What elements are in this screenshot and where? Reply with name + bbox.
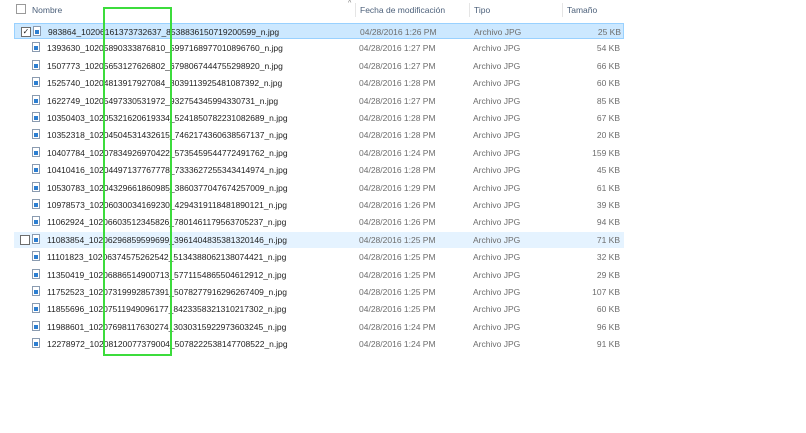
file-date: 04/28/2016 1:28 PM bbox=[359, 113, 436, 123]
file-type: Archivo JPG bbox=[473, 339, 521, 350]
file-size: 45 KB bbox=[596, 165, 620, 176]
file-size: 159 KB bbox=[592, 147, 620, 158]
file-type: Archivo JPG bbox=[473, 78, 521, 89]
file-date: 04/28/2016 1:24 PM bbox=[359, 147, 436, 158]
file-size: 29 KB bbox=[596, 269, 620, 280]
highlight-annotation-box bbox=[103, 7, 172, 356]
file-type: Archivo JPG bbox=[473, 165, 521, 176]
file-type: Archivo JPG bbox=[473, 113, 521, 123]
jpg-file-icon bbox=[32, 303, 40, 314]
file-size: 91 KB bbox=[596, 339, 620, 350]
file-date: 04/28/2016 1:26 PM bbox=[359, 217, 436, 228]
select-all-checkbox[interactable] bbox=[16, 4, 26, 14]
file-date: 04/28/2016 1:28 PM bbox=[359, 78, 436, 89]
file-date: 04/28/2016 1:25 PM bbox=[359, 234, 436, 245]
jpg-file-icon bbox=[32, 286, 40, 296]
jpg-file-icon bbox=[32, 129, 40, 140]
jpg-file-icon bbox=[32, 112, 40, 122]
file-date: 04/28/2016 1:27 PM bbox=[359, 43, 436, 54]
file-size: 94 KB bbox=[596, 217, 620, 228]
jpg-file-icon bbox=[32, 77, 40, 88]
jpg-file-icon bbox=[32, 216, 40, 227]
jpg-file-icon bbox=[32, 181, 40, 192]
file-type: Archivo JPG bbox=[473, 43, 521, 54]
jpg-file-icon bbox=[32, 164, 40, 175]
file-date: 04/28/2016 1:28 PM bbox=[359, 130, 436, 141]
jpg-file-icon bbox=[32, 268, 40, 279]
file-type: Archivo JPG bbox=[473, 130, 521, 141]
file-type: Archivo JPG bbox=[473, 60, 521, 71]
column-header-size[interactable]: Tamaño bbox=[562, 3, 627, 17]
file-type: Archivo JPG bbox=[473, 234, 521, 245]
jpg-file-icon bbox=[33, 26, 41, 36]
jpg-file-icon bbox=[32, 199, 40, 209]
file-size: 96 KB bbox=[596, 321, 620, 332]
file-type: Archivo JPG bbox=[473, 287, 521, 297]
file-size: 66 KB bbox=[596, 60, 620, 71]
file-size: 25 KB bbox=[597, 27, 621, 37]
row-checkbox[interactable]: ✓ bbox=[21, 27, 31, 37]
file-size: 39 KB bbox=[596, 200, 620, 210]
file-type: Archivo JPG bbox=[473, 252, 521, 263]
file-date: 04/28/2016 1:27 PM bbox=[359, 95, 436, 106]
jpg-file-icon bbox=[32, 42, 40, 53]
column-header-date[interactable]: Fecha de modificación bbox=[355, 3, 468, 17]
file-type: Archivo JPG bbox=[473, 200, 521, 210]
jpg-file-icon bbox=[32, 146, 40, 157]
jpg-file-icon bbox=[32, 320, 40, 331]
file-date: 04/28/2016 1:24 PM bbox=[359, 339, 436, 350]
file-type: Archivo JPG bbox=[473, 182, 521, 193]
jpg-file-icon bbox=[32, 338, 40, 349]
sort-indicator-icon: ^ bbox=[348, 0, 352, 7]
file-type: Archivo JPG bbox=[473, 95, 521, 106]
row-checkbox[interactable] bbox=[20, 234, 30, 245]
file-type: Archivo JPG bbox=[473, 321, 521, 332]
file-type: Archivo JPG bbox=[473, 217, 521, 228]
file-date: 04/28/2016 1:25 PM bbox=[359, 269, 436, 280]
file-date: 04/28/2016 1:27 PM bbox=[359, 60, 436, 71]
file-size: 67 KB bbox=[596, 113, 620, 123]
file-size: 20 KB bbox=[596, 130, 620, 141]
file-size: 60 KB bbox=[596, 78, 620, 89]
jpg-file-icon bbox=[32, 233, 40, 244]
file-date: 04/28/2016 1:25 PM bbox=[359, 252, 436, 263]
file-size: 54 KB bbox=[596, 43, 620, 54]
file-size: 61 KB bbox=[596, 182, 620, 193]
file-type: Archivo JPG bbox=[473, 304, 521, 315]
file-date: 04/28/2016 1:25 PM bbox=[359, 287, 436, 297]
jpg-file-icon bbox=[32, 94, 40, 105]
file-date: 04/28/2016 1:25 PM bbox=[359, 304, 436, 315]
column-header-type[interactable]: Tipo bbox=[469, 3, 560, 17]
jpg-file-icon bbox=[32, 59, 40, 70]
file-size: 32 KB bbox=[596, 252, 620, 263]
file-type: Archivo JPG bbox=[473, 147, 521, 158]
file-date: 04/28/2016 1:26 PM bbox=[360, 27, 437, 37]
file-size: 107 KB bbox=[592, 287, 620, 297]
jpg-file-icon bbox=[32, 251, 40, 262]
file-date: 04/28/2016 1:26 PM bbox=[359, 200, 436, 210]
column-header-name[interactable]: Nombre bbox=[28, 3, 348, 17]
file-date: 04/28/2016 1:24 PM bbox=[359, 321, 436, 332]
file-size: 85 KB bbox=[596, 95, 620, 106]
file-type: Archivo JPG bbox=[473, 269, 521, 280]
file-type: Archivo JPG bbox=[474, 27, 522, 37]
file-date: 04/28/2016 1:29 PM bbox=[359, 182, 436, 193]
file-size: 71 KB bbox=[596, 234, 620, 245]
file-date: 04/28/2016 1:28 PM bbox=[359, 165, 436, 176]
file-size: 60 KB bbox=[596, 304, 620, 315]
